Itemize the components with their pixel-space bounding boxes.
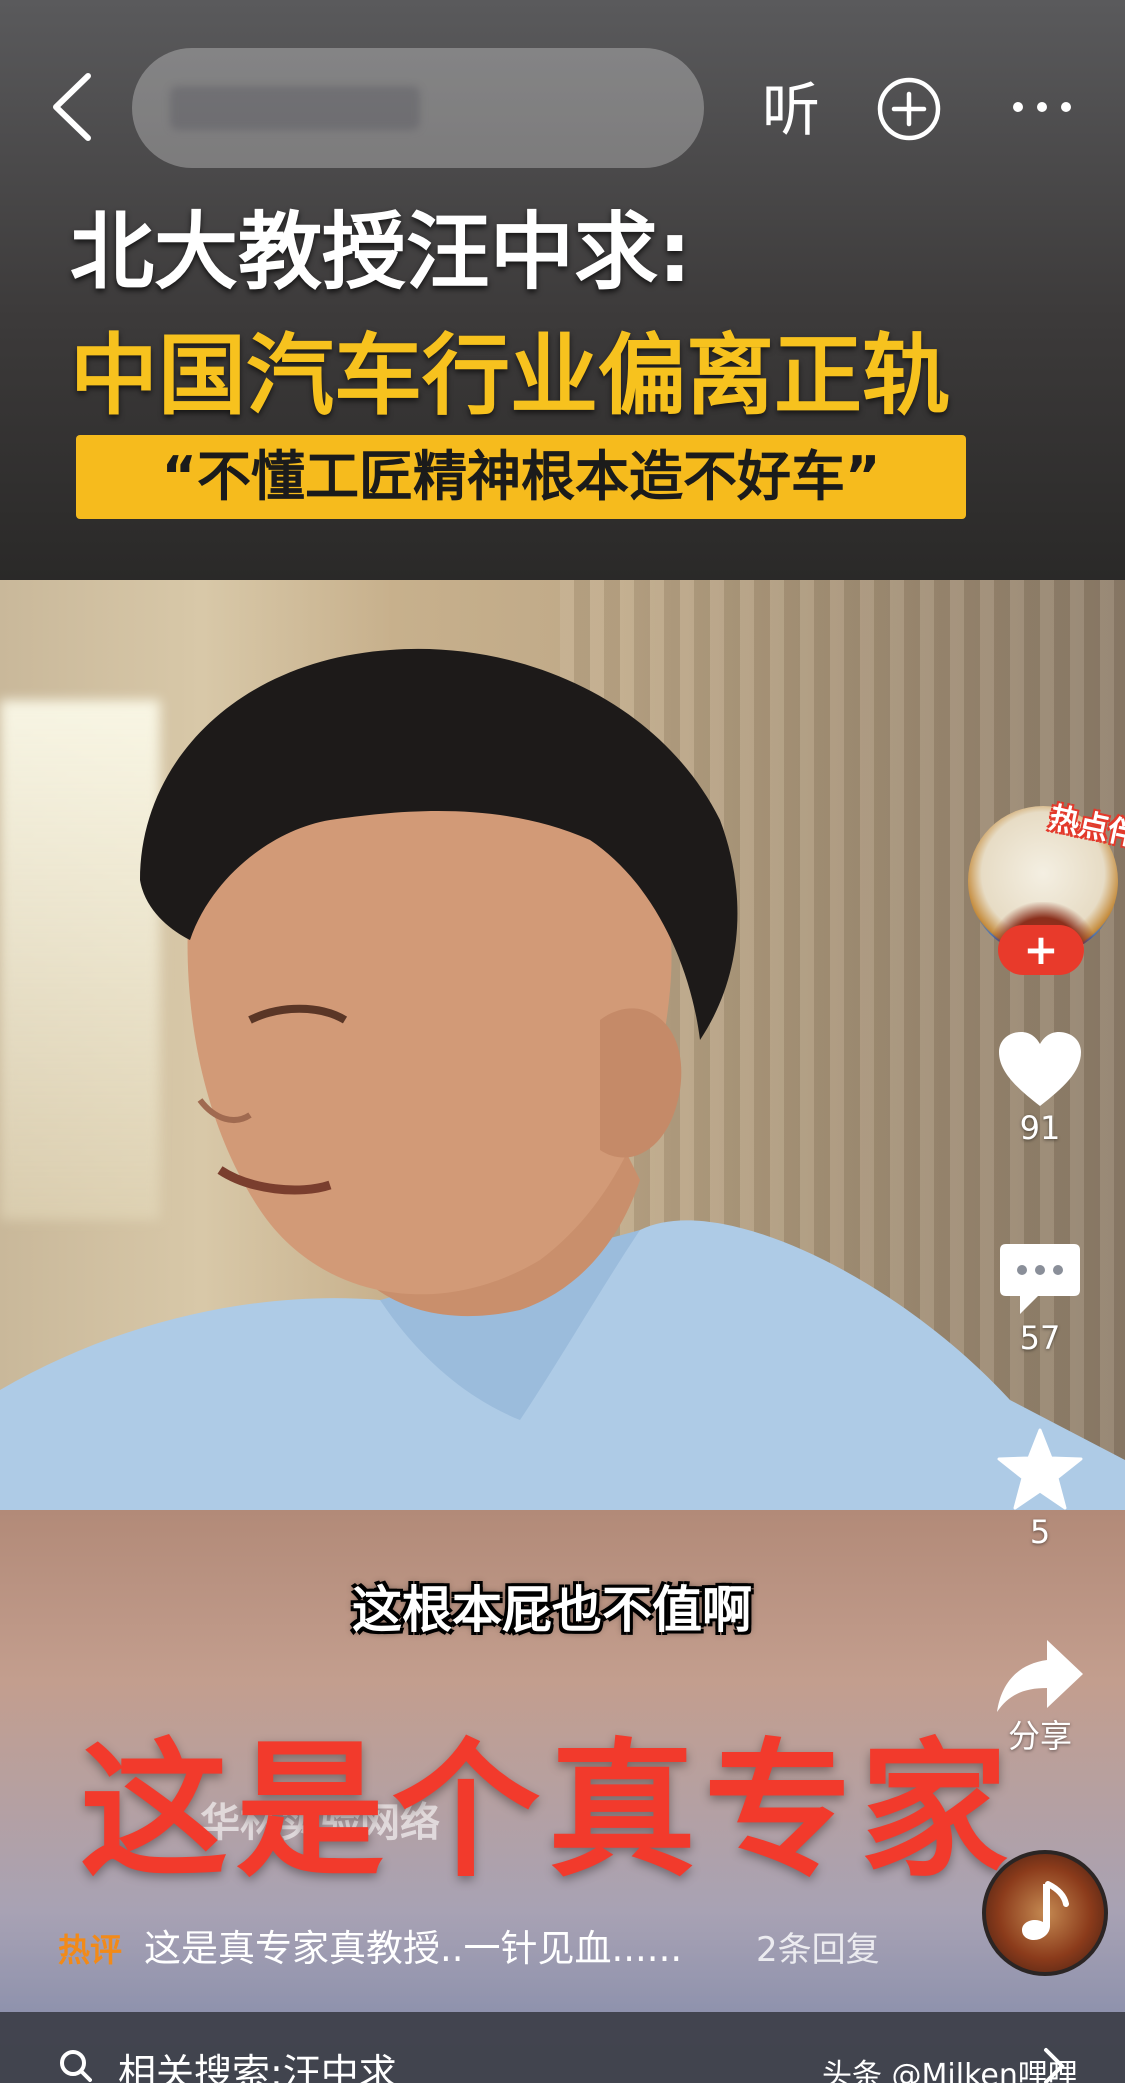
overlay-headline: 这是个真专家 xyxy=(80,1725,1016,1897)
video-subtitle-banner: “不懂工匠精神根本造不好车” xyxy=(76,435,966,519)
share-arrow-icon xyxy=(997,1640,1083,1712)
source-watermark: 头条 @Milken哩哩 xyxy=(822,2058,1078,2083)
top-bar: 听 xyxy=(0,0,1125,200)
more-dots-icon[interactable] xyxy=(1010,92,1074,122)
share-button[interactable]: 分享 xyxy=(990,1636,1090,1756)
hot-comment-reply-count[interactable]: 2条回复 xyxy=(756,1926,906,1974)
plus-circle-icon[interactable] xyxy=(876,76,942,142)
share-label: 分享 xyxy=(1007,1717,1072,1755)
favorite-button[interactable]: 5 xyxy=(990,1428,1090,1552)
hot-comment-text: 这是真专家真教授..一针见血...... xyxy=(144,1927,683,1970)
chevron-left-icon[interactable] xyxy=(48,72,96,142)
comment-icon xyxy=(1000,1244,1080,1314)
search-bar[interactable] xyxy=(132,48,704,168)
favorite-count: 5 xyxy=(1029,1513,1051,1551)
chevron-right-icon xyxy=(1044,2048,1065,2083)
like-count: 91 xyxy=(1019,1109,1061,1147)
search-icon xyxy=(60,2050,92,2082)
video-screen: 听 北大教授汪中求: 中国汽车行业偏离正轨 “不懂工匠精神根本造不好车” 这根本… xyxy=(0,0,1125,2083)
video-title-line-2: 中国汽车行业偏离正轨 xyxy=(70,324,951,427)
like-button[interactable]: 91 xyxy=(990,1030,1090,1148)
spoken-caption: 这根本屁也不值啊 xyxy=(352,1581,752,1639)
star-icon xyxy=(997,1428,1083,1510)
video-subtitle-text: “不懂工匠精神根本造不好车” xyxy=(161,445,881,508)
related-search-text: 相关搜索:汪中求 xyxy=(118,2051,397,2083)
blurred-search-query xyxy=(170,86,420,130)
comment-count: 57 xyxy=(1019,1319,1061,1357)
related-search-bar[interactable]: 相关搜索:汪中求 头条 @Milken哩哩 xyxy=(0,2012,1125,2083)
comment-button[interactable]: 57 xyxy=(990,1240,1090,1358)
video-title-line-1: 北大教授汪中求: xyxy=(70,203,692,301)
follow-button[interactable]: + xyxy=(998,925,1084,975)
hot-comment-label: 热评 xyxy=(58,1931,123,1969)
hot-comment-row[interactable]: 热评 这是真专家真教授..一针见血...... 2条回复 xyxy=(0,1920,1125,1980)
heart-icon xyxy=(999,1032,1081,1106)
listen-button[interactable]: 听 xyxy=(756,70,826,150)
